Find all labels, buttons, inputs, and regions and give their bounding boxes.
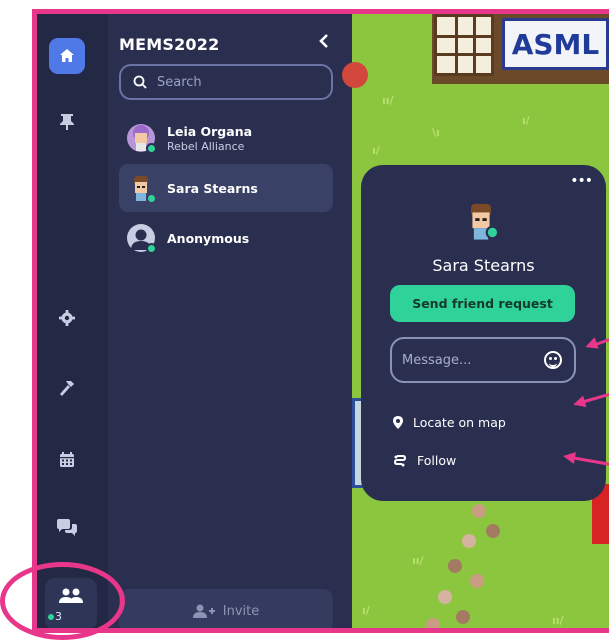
grass-tuft: ı/ [372,144,380,157]
map-sign: ASML [502,18,609,70]
avatar [127,174,157,204]
member-name: Sara Stearns [167,180,258,196]
calendar-icon [60,452,74,467]
emoji-icon[interactable] [544,351,562,369]
avatar [127,224,157,254]
avatar [127,124,157,154]
collapse-panel-button[interactable] [318,30,330,54]
member-row-sara[interactable]: Sara Stearns [119,164,333,212]
chevron-left-icon [319,34,328,48]
follow-icon [393,454,407,466]
home-icon [60,49,74,62]
follow-label: Follow [417,453,457,468]
online-status-dot [146,243,157,254]
chat-button[interactable] [49,510,85,546]
location-pin-icon [393,416,403,429]
screenshot-frame: 3 MEMS2022 Leia Organa Rebel Alliance [32,9,609,633]
grass-tuft: ı/ [362,604,370,617]
follow-action[interactable]: Follow [393,453,456,468]
calendar-button[interactable] [49,442,85,478]
chat-icon [57,519,77,536]
build-button[interactable] [49,370,85,406]
online-status-dot [146,143,157,154]
member-row-leia[interactable]: Leia Organa Rebel Alliance [119,114,333,162]
path-stone [486,524,500,538]
map-window [434,14,494,76]
locate-on-map-action[interactable]: Locate on map [393,415,506,430]
member-subtitle: Rebel Alliance [167,139,245,153]
message-input[interactable] [402,352,532,368]
add-user-icon [192,604,215,618]
map-flower [342,62,368,88]
members-panel: MEMS2022 Leia Organa Rebel Alliance [108,14,352,628]
profile-avatar [461,201,501,241]
online-status-dot [146,193,157,204]
pin-button[interactable] [49,104,85,140]
member-name: Leia Organa [167,123,253,139]
profile-name: Sara Stearns [432,256,535,275]
more-icon: ••• [570,173,593,189]
message-field[interactable] [390,337,576,383]
member-row-anonymous[interactable]: Anonymous [119,214,333,262]
grass-tuft: ı/ [522,114,530,127]
left-rail: 3 [37,14,108,628]
settings-button[interactable] [49,300,85,336]
pin-icon [60,114,74,130]
grass-tuft: ıı/ [552,614,564,627]
home-button[interactable] [49,38,85,74]
grass-tuft: ıı/ [412,554,424,567]
gear-icon [59,310,75,326]
search-input[interactable] [157,74,307,90]
path-stone [470,574,484,588]
search-field[interactable] [119,64,333,100]
invite-button[interactable]: Invite [119,589,333,628]
path-stone [472,504,486,518]
annotation-circle [0,562,125,640]
invite-label: Invite [222,603,260,619]
send-friend-request-button[interactable]: Send friend request [390,285,575,322]
grass-tuft: \ı [432,126,440,139]
grass-tuft: ıı/ [382,94,394,107]
hammer-icon [60,381,74,396]
member-name: Anonymous [167,230,250,246]
path-stone [438,590,452,604]
panel-title: MEMS2022 [119,35,220,54]
path-stone [462,534,476,548]
locate-label: Locate on map [413,415,506,430]
more-options-button[interactable]: ••• [570,173,593,189]
path-stone [456,610,470,624]
search-icon [133,75,147,89]
path-stone [426,618,440,628]
path-stone [448,559,462,573]
